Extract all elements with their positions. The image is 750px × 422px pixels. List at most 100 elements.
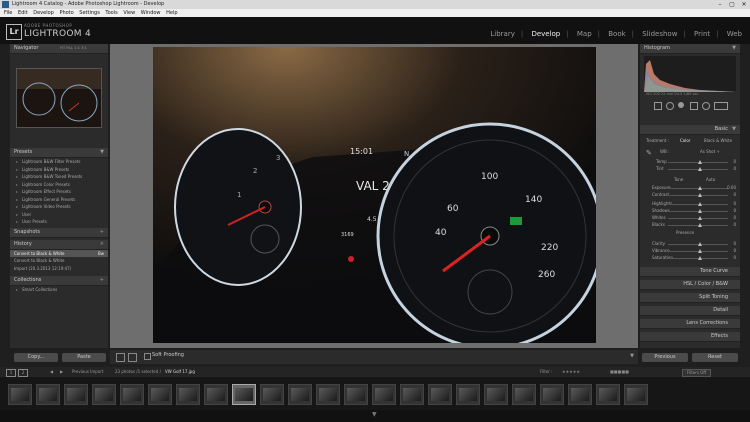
filter-select[interactable]: Filters Off xyxy=(682,369,712,377)
module-book[interactable]: Book xyxy=(608,30,625,38)
snapshots-header[interactable]: Snapshots + xyxy=(10,227,108,238)
menu-view[interactable]: View xyxy=(123,10,135,16)
filmstrip-thumbnail[interactable] xyxy=(232,384,256,405)
previous-button[interactable]: Previous xyxy=(642,353,688,362)
filmstrip-thumbnail[interactable] xyxy=(36,384,60,405)
whites-slider[interactable] xyxy=(668,216,728,220)
soft-proofing-checkbox[interactable] xyxy=(144,353,151,360)
redeye-icon[interactable] xyxy=(678,102,684,108)
page-1[interactable]: 1 xyxy=(6,369,16,377)
filmstrip-thumbnail[interactable] xyxy=(92,384,116,405)
filmstrip-thumbnail[interactable] xyxy=(512,384,536,405)
module-library[interactable]: Library xyxy=(490,30,514,38)
filmstrip-thumbnail[interactable] xyxy=(400,384,424,405)
treatment-color[interactable]: Color xyxy=(680,138,690,143)
menu-window[interactable]: Window xyxy=(141,10,161,16)
radial-filter-icon[interactable] xyxy=(702,102,710,110)
presets-header[interactable]: Presets ▼ xyxy=(10,148,108,158)
blacks-slider[interactable] xyxy=(668,223,728,227)
clarity-slider[interactable] xyxy=(668,242,728,246)
wb-select[interactable]: As Shot ÷ xyxy=(700,149,720,154)
temp-slider[interactable] xyxy=(668,160,728,164)
filmstrip-thumbnail[interactable] xyxy=(456,384,480,405)
shadows-slider[interactable] xyxy=(668,209,728,213)
menu-file[interactable]: File xyxy=(4,10,12,16)
filmstrip-thumbnail[interactable] xyxy=(428,384,452,405)
filmstrip-thumbnail[interactable] xyxy=(8,384,32,405)
color-filter-icons[interactable]: ■■■■■ xyxy=(610,367,629,377)
histogram-header[interactable]: Histogram ▼ xyxy=(640,44,740,54)
menu-help[interactable]: Help xyxy=(166,10,177,16)
filmstrip-thumbnail[interactable] xyxy=(624,384,648,405)
history-header[interactable]: History × xyxy=(10,239,108,250)
preset-folder[interactable]: Lightroom B&W Presets xyxy=(10,166,108,174)
adjustment-brush-icon[interactable] xyxy=(714,102,728,110)
preset-folder[interactable]: Lightroom General Presets xyxy=(10,196,108,204)
module-slideshow[interactable]: Slideshow xyxy=(642,30,677,38)
preset-folder[interactable]: User xyxy=(10,211,108,219)
module-print[interactable]: Print xyxy=(694,30,710,38)
preset-folder[interactable]: User Presets xyxy=(10,218,108,226)
toolbar-menu-icon[interactable]: ▼ xyxy=(630,353,634,359)
spot-removal-icon[interactable] xyxy=(666,102,674,110)
close-button[interactable]: ✕ xyxy=(738,0,750,9)
filmstrip-thumbnail[interactable] xyxy=(344,384,368,405)
lens-corrections-header[interactable]: Lens Corrections xyxy=(640,319,740,329)
forward-arrow[interactable]: ▶ xyxy=(60,367,63,377)
graduated-filter-icon[interactable] xyxy=(690,102,698,110)
menu-photo[interactable]: Photo xyxy=(59,10,73,16)
filmstrip-thumbnail[interactable] xyxy=(288,384,312,405)
preset-folder[interactable]: Lightroom Effect Presets xyxy=(10,188,108,196)
module-develop[interactable]: Develop xyxy=(531,30,560,38)
history-item[interactable]: Convert to Black & White xyxy=(10,257,108,265)
navigator-zoom-options[interactable]: FIT FILL 1:1 3:1 xyxy=(60,44,87,53)
tone-auto-button[interactable]: Auto xyxy=(706,177,715,182)
history-item[interactable]: Convert to Black & White Bw xyxy=(10,249,108,257)
loupe-view-icon[interactable] xyxy=(116,353,125,362)
filmstrip-thumbnail[interactable] xyxy=(204,384,228,405)
basic-header[interactable]: Basic ▼ xyxy=(640,125,740,135)
menu-tools[interactable]: Tools xyxy=(105,10,117,16)
filmstrip-thumbnail[interactable] xyxy=(260,384,284,405)
exposure-slider[interactable] xyxy=(668,186,728,190)
filmstrip-thumbnail[interactable] xyxy=(120,384,144,405)
filmstrip-thumbnail[interactable] xyxy=(148,384,172,405)
filmstrip-thumbnail[interactable] xyxy=(484,384,508,405)
paste-button[interactable]: Paste xyxy=(62,353,106,362)
back-arrow[interactable]: ◀ xyxy=(50,367,53,377)
vibrance-slider[interactable] xyxy=(668,249,728,253)
main-photo[interactable]: 3 2 1 15:01 N VAL 202 4.5 3169 60 100 40… xyxy=(153,47,604,350)
navigator-header[interactable]: Navigator FIT FILL 1:1 3:1 xyxy=(10,44,108,54)
filmstrip-thumbnail[interactable] xyxy=(596,384,620,405)
preset-folder[interactable]: Lightroom B&W Toned Presets xyxy=(10,173,108,181)
filmstrip-thumbnail[interactable] xyxy=(64,384,88,405)
tint-slider[interactable] xyxy=(668,167,728,171)
star-filter-icon[interactable]: ★★★★★ xyxy=(562,367,580,377)
menu-develop[interactable]: Develop xyxy=(33,10,54,16)
split-toning-header[interactable]: Split Toning xyxy=(640,293,740,303)
wb-picker-icon[interactable]: ✎ xyxy=(646,149,652,157)
selected-filename[interactable]: VW Golf 17.jpg xyxy=(165,367,195,377)
treatment-bw[interactable]: Black & White xyxy=(704,138,732,143)
filmstrip-thumbnail[interactable] xyxy=(372,384,396,405)
filmstrip-thumbnail[interactable] xyxy=(316,384,340,405)
effects-header[interactable]: Effects xyxy=(640,332,740,342)
filmstrip-thumbnail[interactable] xyxy=(540,384,564,405)
menu-edit[interactable]: Edit xyxy=(18,10,28,16)
hsl-header[interactable]: HSL / Color / B&W xyxy=(640,280,740,290)
contrast-slider[interactable] xyxy=(668,193,728,197)
menu-settings[interactable]: Settings xyxy=(79,10,100,16)
copy-button[interactable]: Copy... xyxy=(14,353,58,362)
tone-curve-header[interactable]: Tone Curve xyxy=(640,267,740,277)
history-item[interactable]: Import (20.3.2013 12:19:47) xyxy=(10,265,108,273)
reset-button[interactable]: Reset xyxy=(692,353,738,362)
page-2[interactable]: 2 xyxy=(18,369,28,377)
filmstrip-thumbnail[interactable] xyxy=(568,384,592,405)
preset-folder[interactable]: Lightroom Video Presets xyxy=(10,203,108,211)
before-after-icon[interactable] xyxy=(128,353,137,362)
collections-header[interactable]: Collections + xyxy=(10,276,108,286)
crop-tool-icon[interactable] xyxy=(654,102,662,110)
module-web[interactable]: Web xyxy=(727,30,742,38)
minimize-button[interactable]: – xyxy=(714,0,726,9)
collection-item[interactable]: Smart Collections xyxy=(10,286,108,294)
